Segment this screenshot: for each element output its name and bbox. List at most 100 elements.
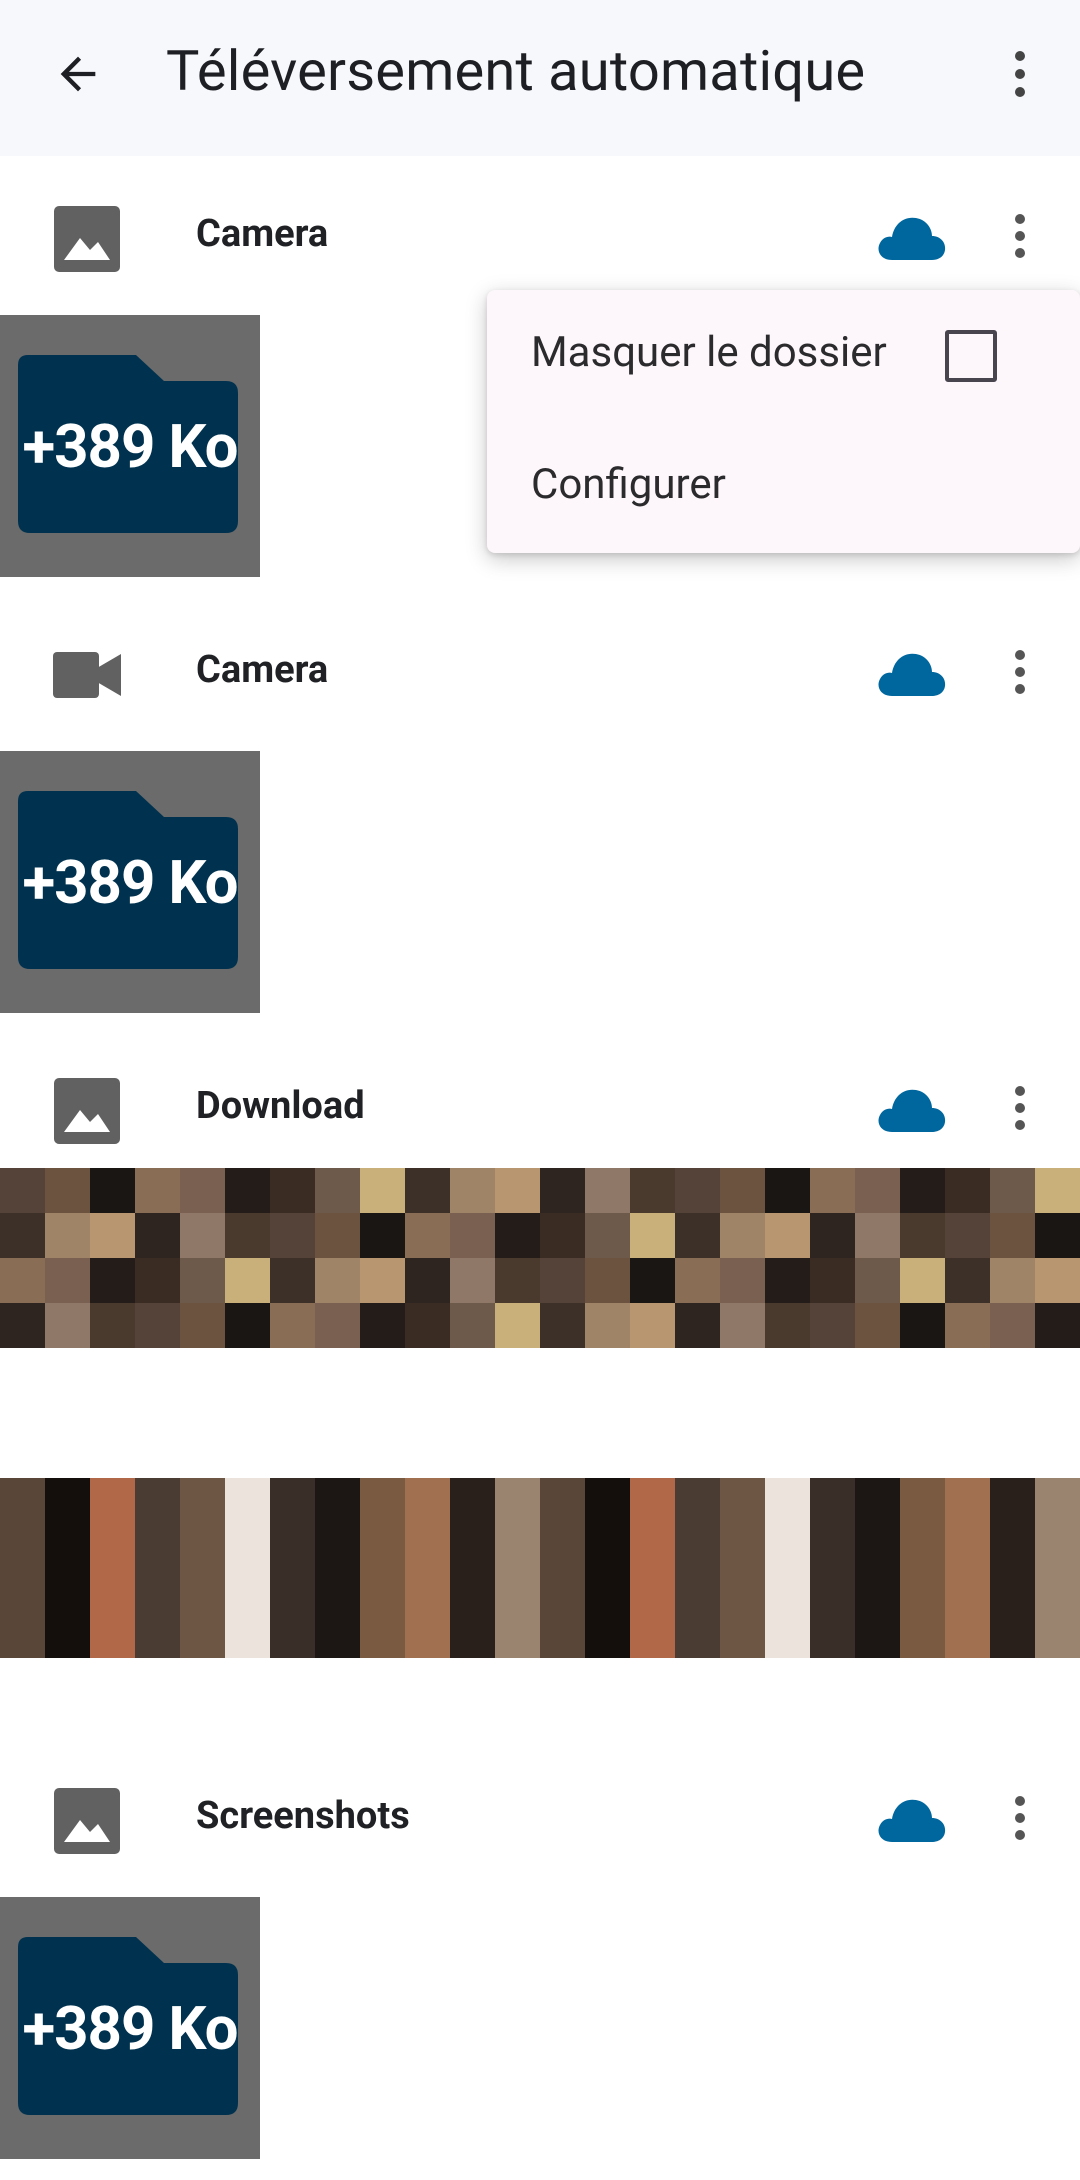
mosaic-cell <box>540 1523 585 1568</box>
mosaic-cell <box>540 1303 585 1348</box>
mosaic-cell <box>360 1568 405 1613</box>
mosaic-cell <box>450 1258 495 1303</box>
mosaic-cell <box>495 1568 540 1613</box>
pixelated-photo-thumbnail[interactable] <box>0 1478 1080 1658</box>
mosaic-cell <box>360 1258 405 1303</box>
folder-thumbnail[interactable]: +389 Ko <box>0 751 260 1013</box>
mosaic-cell <box>135 1613 180 1658</box>
mosaic-cell <box>900 1523 945 1568</box>
mosaic-cell <box>180 1523 225 1568</box>
image-icon <box>52 1786 122 1856</box>
mosaic-cell <box>585 1258 630 1303</box>
mosaic-cell <box>990 1478 1035 1523</box>
mosaic-cell <box>450 1213 495 1258</box>
overflow-menu-button[interactable] <box>982 36 1058 112</box>
mosaic-cell <box>135 1213 180 1258</box>
mosaic-cell <box>855 1478 900 1523</box>
folder-options-popup: Masquer le dossier Configurer <box>487 290 1080 553</box>
folder-options-button[interactable] <box>990 1072 1050 1144</box>
mosaic-cell <box>630 1523 675 1568</box>
mosaic-cell <box>405 1523 450 1568</box>
more-vert-icon <box>1015 1796 1025 1840</box>
mosaic-cell <box>0 1568 45 1613</box>
mosaic-cell <box>540 1168 585 1213</box>
mosaic-cell <box>585 1303 630 1348</box>
folder-thumbnail[interactable]: +389 Ko <box>0 315 260 577</box>
mosaic-cell <box>1035 1568 1080 1613</box>
folder-options-button[interactable] <box>990 1782 1050 1854</box>
mosaic-cell <box>135 1478 180 1523</box>
mosaic-cell <box>990 1568 1035 1613</box>
pixelated-photo-thumbnail[interactable] <box>0 1168 1080 1348</box>
folder-thumbnail[interactable]: +389 Ko <box>0 1897 260 2159</box>
mosaic-cell <box>405 1213 450 1258</box>
mosaic-cell <box>630 1303 675 1348</box>
mosaic-cell <box>225 1168 270 1213</box>
mosaic-cell <box>180 1613 225 1658</box>
mosaic-cell <box>675 1168 720 1213</box>
mosaic-cell <box>900 1613 945 1658</box>
mosaic-cell <box>630 1613 675 1658</box>
size-label: +389 Ko <box>22 1993 238 2064</box>
mosaic-cell <box>90 1568 135 1613</box>
cloud-icon <box>878 1799 946 1842</box>
mosaic-cell <box>855 1523 900 1568</box>
mosaic-cell <box>495 1168 540 1213</box>
folder-options-button[interactable] <box>990 200 1050 272</box>
mosaic-cell <box>540 1258 585 1303</box>
mosaic-cell <box>855 1258 900 1303</box>
configure-menu-item[interactable]: Configurer <box>531 460 726 509</box>
mosaic-cell <box>675 1303 720 1348</box>
folder-options-button[interactable] <box>990 636 1050 708</box>
mosaic-cell <box>45 1258 90 1303</box>
hide-folder-menu-item[interactable]: Masquer le dossier <box>531 328 887 377</box>
mosaic-cell <box>990 1168 1035 1213</box>
mosaic-cell <box>360 1613 405 1658</box>
mosaic-cell <box>1035 1213 1080 1258</box>
mosaic-cell <box>990 1523 1035 1568</box>
mosaic-cell <box>900 1213 945 1258</box>
mosaic-cell <box>945 1303 990 1348</box>
mosaic-cell <box>630 1258 675 1303</box>
mosaic-cell <box>765 1568 810 1613</box>
mosaic-cell <box>810 1478 855 1523</box>
mosaic-cell <box>855 1303 900 1348</box>
mosaic-cell <box>900 1478 945 1523</box>
mosaic-cell <box>135 1258 180 1303</box>
mosaic-cell <box>990 1258 1035 1303</box>
mosaic-cell <box>720 1213 765 1258</box>
hide-folder-checkbox[interactable] <box>945 330 997 382</box>
mosaic-cell <box>45 1613 90 1658</box>
mosaic-cell <box>405 1258 450 1303</box>
mosaic-cell <box>675 1478 720 1523</box>
mosaic-cell <box>585 1613 630 1658</box>
folder-name: Download <box>196 1084 365 1128</box>
mosaic-cell <box>945 1478 990 1523</box>
mosaic-cell <box>495 1258 540 1303</box>
mosaic-cell <box>0 1303 45 1348</box>
mosaic-cell <box>0 1213 45 1258</box>
mosaic-cell <box>315 1478 360 1523</box>
mosaic-cell <box>630 1213 675 1258</box>
folder-header-download: Download <box>0 1032 1080 1182</box>
mosaic-cell <box>945 1613 990 1658</box>
mosaic-cell <box>1035 1258 1080 1303</box>
mosaic-cell <box>540 1568 585 1613</box>
mosaic-cell <box>315 1303 360 1348</box>
mosaic-cell <box>270 1168 315 1213</box>
mosaic-cell <box>225 1478 270 1523</box>
mosaic-cell <box>270 1523 315 1568</box>
mosaic-cell <box>180 1213 225 1258</box>
mosaic-cell <box>225 1613 270 1658</box>
mosaic-cell <box>1035 1523 1080 1568</box>
mosaic-cell <box>270 1478 315 1523</box>
mosaic-cell <box>630 1568 675 1613</box>
mosaic-cell <box>810 1213 855 1258</box>
mosaic-cell <box>1035 1613 1080 1658</box>
mosaic-cell <box>720 1568 765 1613</box>
cloud-icon <box>878 653 946 696</box>
back-button[interactable] <box>40 36 116 112</box>
mosaic-cell <box>945 1258 990 1303</box>
mosaic-cell <box>450 1613 495 1658</box>
mosaic-cell <box>765 1213 810 1258</box>
